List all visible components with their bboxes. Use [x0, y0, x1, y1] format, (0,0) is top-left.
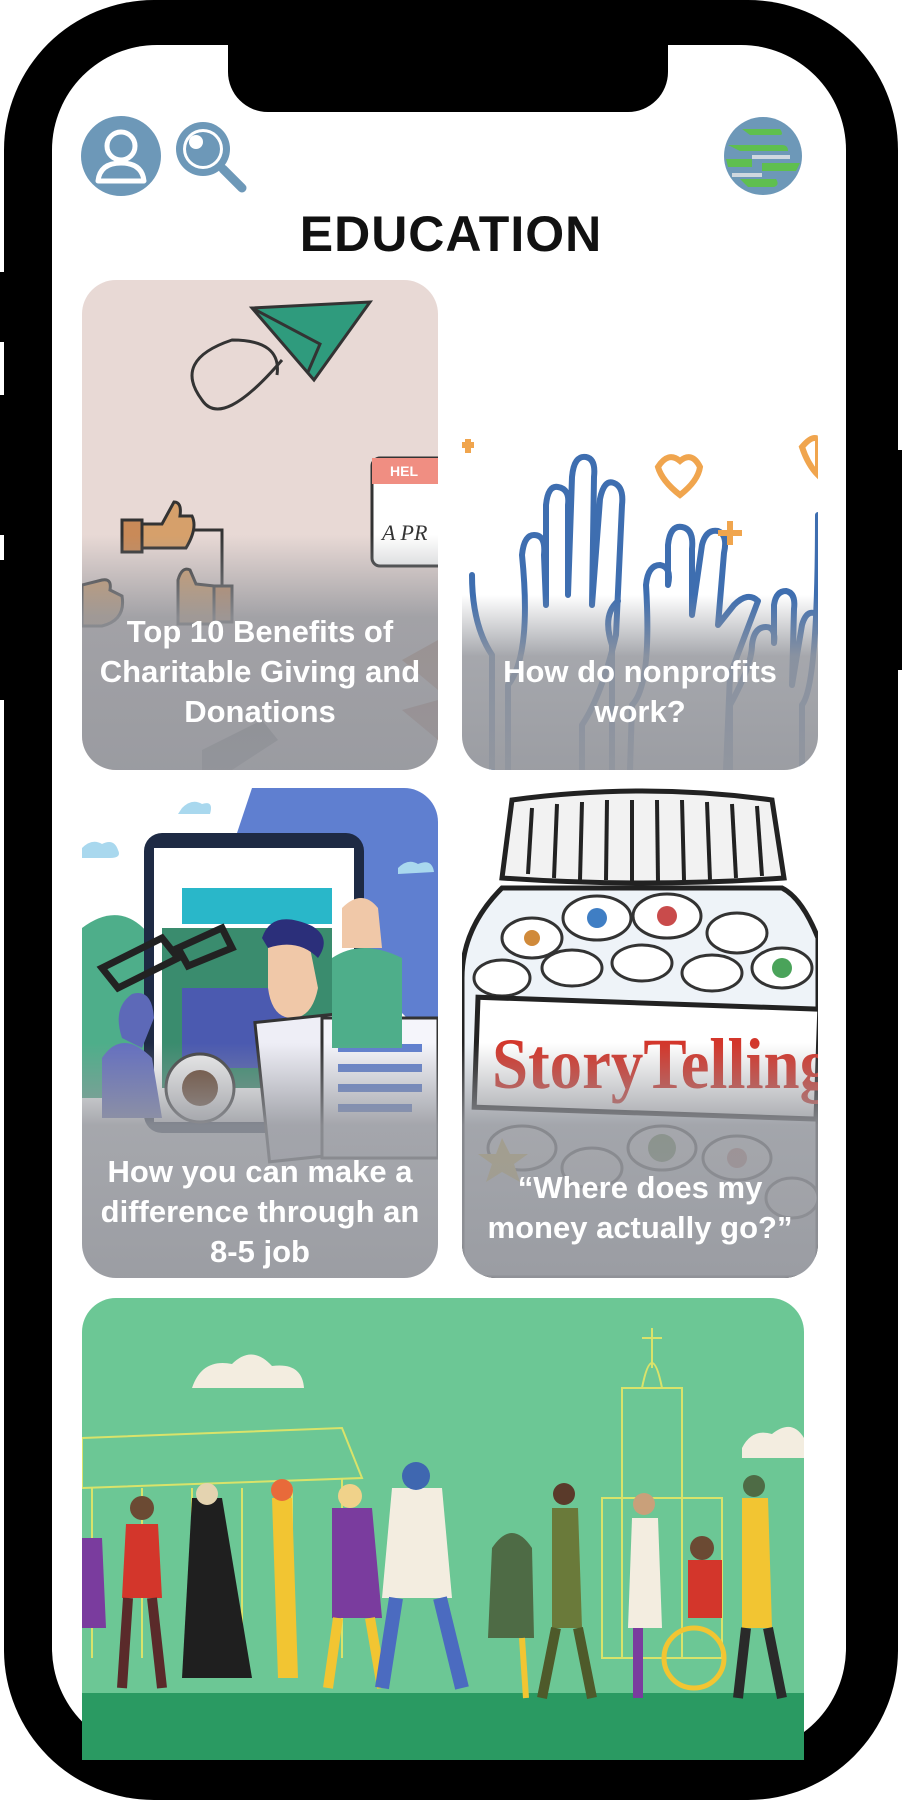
- article-card-nonprofits[interactable]: How do nonprofits work?: [462, 405, 818, 770]
- search-icon[interactable]: [172, 118, 248, 194]
- profile-icon[interactable]: [80, 115, 162, 197]
- phone-device: EDUCATION HEL A PR Top 10 Benefits of Ch…: [0, 0, 902, 1800]
- article-card-where-money-goes[interactable]: StoryTelling “Where does my money actual…: [462, 788, 818, 1278]
- article-card-charitable-giving[interactable]: HEL A PR Top 10 Benefits of Charitable G…: [82, 280, 438, 770]
- power-button: [892, 450, 902, 670]
- svg-text:HEL: HEL: [390, 463, 418, 479]
- article-card-community[interactable]: [82, 1298, 804, 1760]
- volume-down-button: [0, 560, 10, 700]
- article-card-8-5-job[interactable]: How you can make a difference through an…: [82, 788, 438, 1278]
- volume-up-button: [0, 395, 10, 535]
- card-title: “Where does my money actually go?”: [487, 1170, 793, 1245]
- page-title: EDUCATION: [299, 206, 603, 262]
- globe-icon[interactable]: [722, 115, 804, 197]
- article-card-image: [82, 1298, 804, 1760]
- card-title: How do nonprofits work?: [503, 654, 777, 729]
- mute-switch: [0, 272, 10, 342]
- card-title: Top 10 Benefits of Charitable Giving and…: [99, 614, 421, 729]
- card-title: How you can make a difference through an…: [100, 1154, 420, 1269]
- phone-notch: [228, 40, 668, 112]
